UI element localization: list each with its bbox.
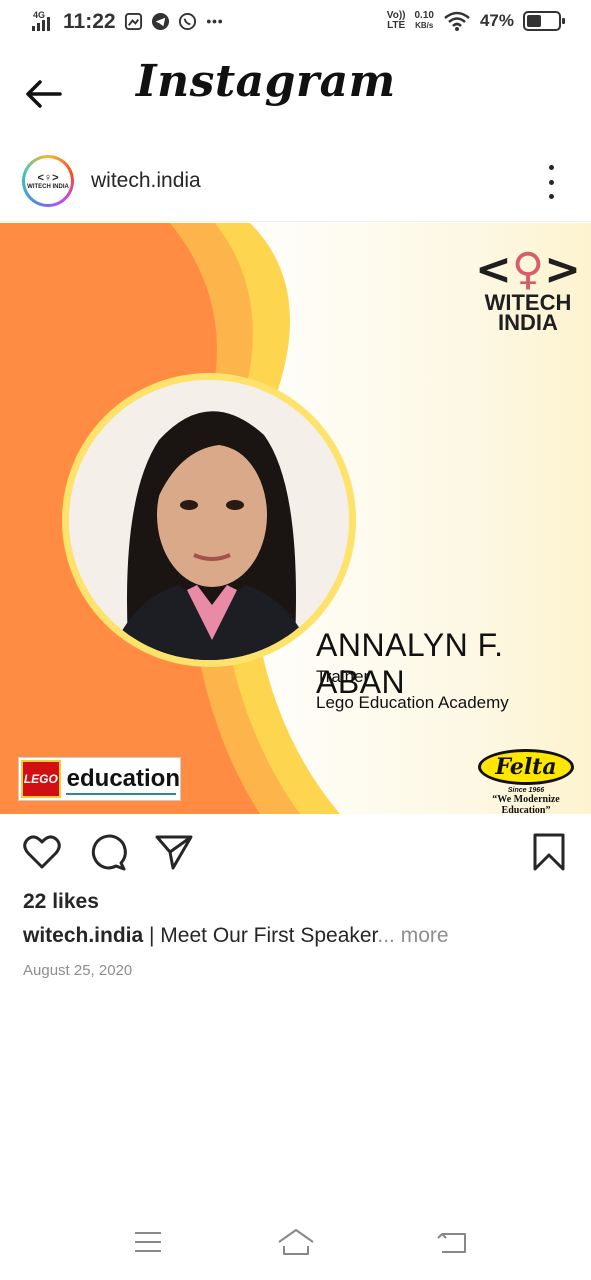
lego-education-logo: LEGO education: [18, 757, 181, 801]
menu-icon: [135, 1232, 161, 1252]
caption-ellipsis: ...: [377, 924, 395, 947]
send-icon: [155, 835, 193, 870]
avatar[interactable]: <♀> WITECH INDIA: [22, 155, 74, 207]
home-icon: [278, 1229, 314, 1255]
status-right: Vo)) LTE 0.10 KB/s 47%: [386, 10, 565, 32]
felta-logo: Felta Since 1966 “We Modernize Education…: [467, 749, 585, 814]
heart-icon: [23, 835, 61, 869]
save-button[interactable]: [529, 832, 573, 874]
speaker-portrait: [62, 373, 356, 667]
more-options-button[interactable]: [541, 165, 561, 199]
avatar-text: WITECH INDIA: [27, 183, 69, 190]
post-date: August 25, 2020: [23, 962, 133, 979]
battery-percent: 47%: [479, 11, 514, 30]
volte-indicator: Vo)) LTE: [386, 10, 406, 31]
nav-home-button[interactable]: [276, 1224, 316, 1260]
app-title: Instagram: [136, 56, 396, 107]
avatar-logo-icon: <♀>: [37, 171, 59, 184]
nav-menu-button[interactable]: [128, 1224, 168, 1260]
battery-icon: [523, 11, 565, 31]
wifi-icon: [444, 11, 470, 31]
back-button[interactable]: [22, 74, 70, 118]
share-button[interactable]: [154, 832, 198, 874]
back-icon: [437, 1233, 466, 1253]
signal-icon: 4G: [32, 10, 58, 31]
status-bar: 4G 11:22 Vo)) LTE 0.10 KB/s 47%: [0, 0, 591, 46]
clock: 11:22: [63, 10, 116, 33]
post-actions: [0, 814, 591, 890]
post-header: <♀> WITECH INDIA witech.india: [0, 146, 591, 222]
post-image[interactable]: <♀> WITECH INDIA ANNALYN F. ABAN Trainer…: [0, 223, 591, 814]
post-caption: witech.india | Meet Our First Speaker...…: [23, 924, 449, 948]
system-nav-bar: [0, 1210, 591, 1280]
speaker-role: Trainer: [316, 667, 370, 686]
bookmark-icon: [533, 833, 565, 871]
comment-button[interactable]: [88, 832, 132, 874]
notification-icons: [124, 12, 224, 31]
more-notifications-icon: [206, 19, 223, 24]
whatsapp-icon: [178, 12, 197, 31]
network-speed: 0.10 KB/s: [414, 10, 434, 31]
comment-icon: [91, 834, 127, 871]
speaker-name: ANNALYN F. ABAN: [316, 627, 504, 700]
gallery-notification-icon: [124, 12, 143, 31]
like-button[interactable]: [22, 832, 66, 874]
caption-text: | Meet Our First Speaker: [143, 924, 378, 947]
speaker-photo: [69, 380, 349, 660]
nav-back-button[interactable]: [432, 1224, 472, 1260]
telegram-icon: [151, 12, 170, 31]
app-header: Instagram: [0, 46, 591, 146]
caption-more-link[interactable]: more: [395, 924, 449, 947]
caption-username[interactable]: witech.india: [23, 924, 143, 947]
arrow-left-icon: [26, 80, 62, 108]
post-username[interactable]: witech.india: [91, 169, 201, 193]
speaker-organization: Lego Education Academy: [316, 693, 509, 712]
witech-logo: <♀> WITECH INDIA: [475, 244, 581, 335]
likes-count[interactable]: 22 likes: [23, 890, 99, 914]
more-vertical-icon: [548, 165, 554, 170]
